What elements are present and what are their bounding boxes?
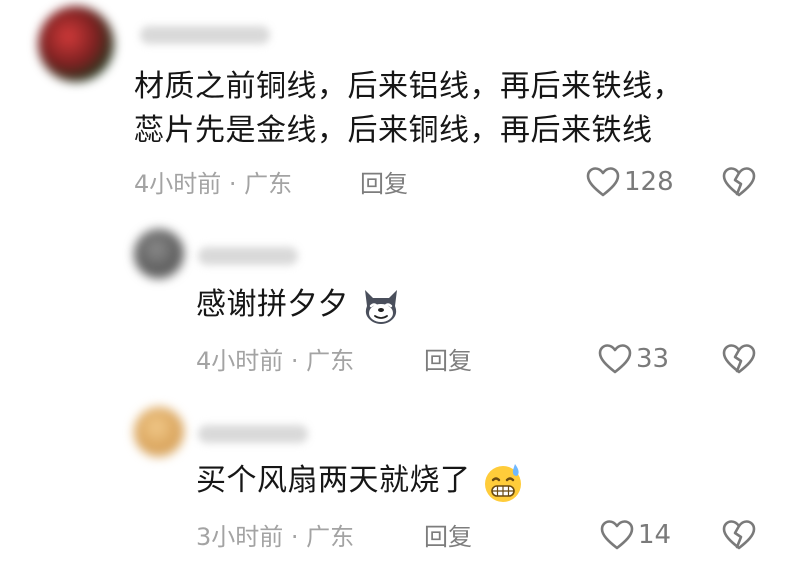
comment-text-line-2: 蕊片先是金线，后来铜线，再后来铁线 xyxy=(134,113,653,148)
dislike-button[interactable] xyxy=(722,519,756,555)
comment-timestamp: 4小时前 · 广东 xyxy=(196,347,355,375)
broken-heart-icon xyxy=(722,520,756,550)
comment-text: 买个风扇两天就烧了 xyxy=(196,457,525,505)
avatar[interactable] xyxy=(38,6,114,82)
username[interactable] xyxy=(198,425,308,443)
like-button[interactable]: 33 xyxy=(598,343,669,375)
comment-text: 感谢拼夕夕 xyxy=(196,281,403,329)
heart-outline-icon xyxy=(600,520,634,550)
comment-1: 材质之前铜线，后来铝线，再后来铁线， 蕊片先是金线，后来铜线，再后来铁线 4小时… xyxy=(0,0,800,215)
like-button[interactable]: 128 xyxy=(586,166,674,198)
comment-text-body: 买个风扇两天就烧了 xyxy=(196,463,471,498)
reply-button[interactable]: 回复 xyxy=(424,345,472,377)
comment-timestamp: 3小时前 · 广东 xyxy=(196,523,355,551)
comment-timestamp: 4小时前 · 广东 xyxy=(134,170,293,198)
like-count: 14 xyxy=(638,520,672,550)
like-count: 33 xyxy=(636,344,670,374)
heart-outline-icon xyxy=(586,167,620,197)
dislike-button[interactable] xyxy=(722,166,756,202)
username[interactable] xyxy=(198,247,298,265)
comment-text-body: 感谢拼夕夕 xyxy=(196,287,349,322)
avatar[interactable] xyxy=(134,407,184,457)
broken-heart-icon xyxy=(722,344,756,374)
dislike-button[interactable] xyxy=(722,343,756,379)
avatar[interactable] xyxy=(134,229,184,279)
comment-3: 买个风扇两天就烧了 3小时前 · 广东 回复 14 xyxy=(0,395,800,572)
like-button[interactable]: 14 xyxy=(600,519,671,551)
reply-button[interactable]: 回复 xyxy=(360,168,408,200)
comment-2: 感谢拼夕夕 4小时前 · 广东 回复 33 xyxy=(0,215,800,395)
like-count: 128 xyxy=(624,167,674,197)
username[interactable] xyxy=(140,26,270,44)
heart-outline-icon xyxy=(598,344,632,374)
reply-button[interactable]: 回复 xyxy=(424,521,472,553)
husky-dog-emoji xyxy=(364,289,397,324)
comment-text-line-1: 材质之前铜线，后来铝线，再后来铁线， xyxy=(134,69,683,104)
broken-heart-icon xyxy=(722,167,756,197)
grimace-sweat-emoji xyxy=(484,463,521,502)
